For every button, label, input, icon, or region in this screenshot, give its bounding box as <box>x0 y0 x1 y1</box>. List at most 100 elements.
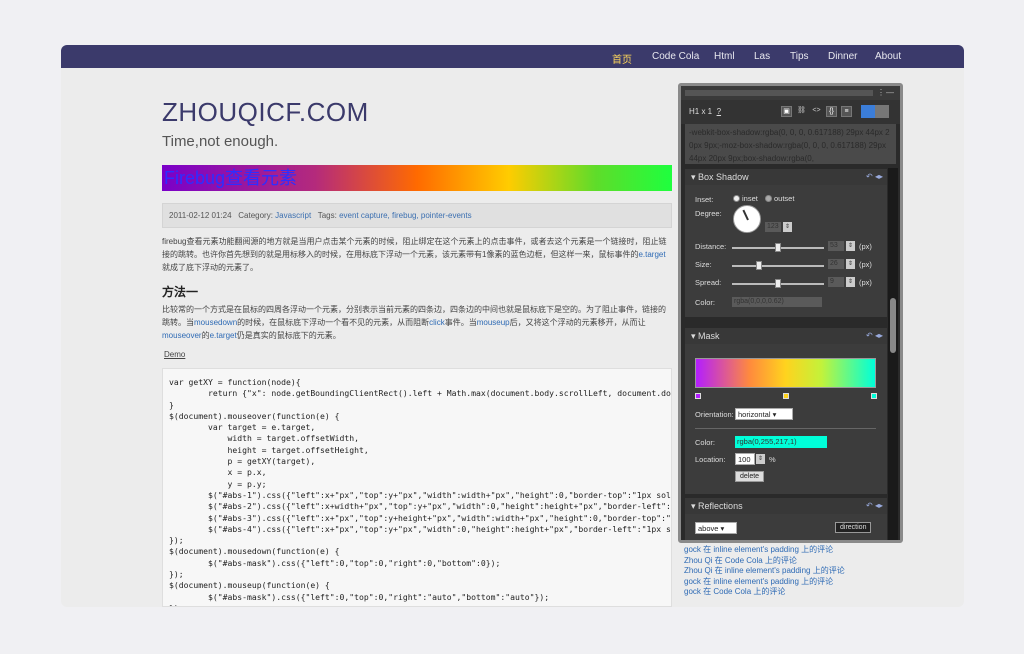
section-box-shadow: Inset: inset outset Degree: 123 ⇕ Distan… <box>685 185 887 317</box>
mask-color-label: Color: <box>695 438 716 447</box>
link-icon[interactable]: ⛓ <box>796 106 807 117</box>
size-slider[interactable] <box>732 261 824 270</box>
gradient-stop-handle[interactable] <box>783 393 789 399</box>
bracket-icon[interactable]: {} <box>826 106 837 117</box>
section-title: Mask <box>698 331 720 341</box>
demo-link[interactable]: Demo <box>164 350 185 359</box>
browser-frame: 首页 Code Cola Html Las Tips Dinner About … <box>61 45 964 607</box>
post-title[interactable]: Firebug查看元素 <box>162 165 672 191</box>
top-navigation: 首页 Code Cola Html Las Tips Dinner About <box>61 45 964 68</box>
paragraph-text: 的 <box>201 331 210 340</box>
paragraph-text: 就成了底下浮动的元素了。 <box>162 263 258 272</box>
nav-item-html[interactable]: Html <box>714 51 735 62</box>
orientation-label: Orientation: <box>695 410 734 419</box>
section-mask: Orientation: horizontal ▾ Color: rgba(0,… <box>685 344 887 494</box>
inset-radio[interactable] <box>733 195 740 202</box>
divider <box>695 428 876 429</box>
shadow-color-input[interactable]: rgba(0,0,0,0.62) <box>732 297 822 307</box>
panel-toolbar: H1 x 1 ? ▣ ⛓ <> {} ≡ <box>681 100 900 124</box>
location-spinner[interactable]: ⇕ <box>756 454 765 464</box>
paragraph-text: firebug查看元素功能翻阅源的地方就是当用户点击某个元素的时候，阻止绑定在这… <box>162 237 667 259</box>
inspector-panel: ⋮ — H1 x 1 ? ▣ ⛓ <> {} ≡ -webkit-box-sha… <box>678 83 903 543</box>
slider-knob[interactable] <box>775 279 781 288</box>
tags-links[interactable]: event capture, firebug, pointer-events <box>339 211 472 220</box>
section-title: Reflections <box>698 501 743 511</box>
panel-scrollbar[interactable] <box>888 168 898 540</box>
inline-link[interactable]: click <box>429 318 445 327</box>
orientation-select[interactable]: horizontal ▾ <box>735 408 793 420</box>
spread-spinner[interactable]: ⇕ <box>846 277 855 287</box>
distance-input[interactable]: 53 <box>828 241 844 251</box>
comment-link[interactable]: Zhou Qi 在 Code Cola 上的评论 <box>684 556 884 567</box>
outset-option[interactable]: outset <box>774 194 794 203</box>
code-icon[interactable]: <> <box>811 106 822 117</box>
nav-item-las[interactable]: Las <box>754 51 770 62</box>
section-mask-header[interactable]: ▾ Mask ↶ ◂▸ <box>685 328 887 344</box>
scrollbar-thumb[interactable] <box>890 298 896 353</box>
spread-unit: (px) <box>859 278 872 287</box>
category-link[interactable]: Javascript <box>275 211 311 220</box>
nav-item-home[interactable]: 首页 <box>612 51 632 66</box>
image-icon[interactable]: ▣ <box>781 106 792 117</box>
spread-slider[interactable] <box>732 279 824 288</box>
inline-link[interactable]: mousedown <box>194 318 237 327</box>
section-controls-icon[interactable]: ↶ ◂▸ <box>866 331 883 340</box>
paragraph-intro: firebug查看元素功能翻阅源的地方就是当用户点击某个元素的时候，阻止绑定在这… <box>162 235 672 275</box>
list-icon[interactable]: ≡ <box>841 106 852 117</box>
reflection-select[interactable]: above ▾ <box>695 522 737 534</box>
direction-button[interactable]: direction <box>835 522 872 533</box>
code-block: var getXY = function(node){ return {"x":… <box>162 368 672 607</box>
color-label: Color: <box>695 298 716 307</box>
size-input[interactable]: 26 <box>828 259 844 269</box>
mask-color-input[interactable]: rgba(0,255,217,1) <box>735 436 827 448</box>
comment-link[interactable]: Zhou Qi 在 inline element's padding 上的评论 <box>684 566 884 577</box>
color-swatch-blue[interactable] <box>861 105 875 118</box>
section-controls-icon[interactable]: ↶ ◂▸ <box>866 501 883 510</box>
comment-link[interactable]: gock 在 inline element's padding 上的评论 <box>684 545 884 556</box>
paragraph-text: 事件。当 <box>444 318 477 327</box>
inline-link[interactable]: e.target <box>210 331 237 340</box>
nav-item-tips[interactable]: Tips <box>790 51 809 62</box>
drag-handle[interactable] <box>685 90 873 96</box>
nav-item-code-cola[interactable]: Code Cola <box>652 51 699 62</box>
gradient-stop-handle[interactable] <box>695 393 701 399</box>
inset-label: Inset: <box>695 195 714 204</box>
post-meta: 2011-02-12 01:24 Category: Javascript Ta… <box>162 203 672 228</box>
inline-link[interactable]: e.target <box>638 250 665 259</box>
distance-spinner[interactable]: ⇕ <box>846 241 855 251</box>
site-subtitle: Time,not enough. <box>162 133 279 150</box>
gradient-preview[interactable] <box>695 358 876 388</box>
help-link[interactable]: ? <box>717 107 721 116</box>
collapse-triangle-icon: ▾ <box>691 172 696 182</box>
slider-knob[interactable] <box>756 261 763 270</box>
degree-spinner[interactable]: ⇕ <box>783 222 792 232</box>
nav-item-about[interactable]: About <box>875 51 901 62</box>
panel-titlebar[interactable]: ⋮ — <box>681 86 900 100</box>
section-reflections-header[interactable]: ▾ Reflections ↶ ◂▸ <box>685 498 887 514</box>
comment-link[interactable]: gock 在 inline element's padding 上的评论 <box>684 577 884 588</box>
inline-link[interactable]: mouseover <box>162 331 202 340</box>
spread-input[interactable]: 9 <box>828 277 844 287</box>
degree-input[interactable]: 123 <box>765 222 781 232</box>
distance-label: Distance: <box>695 242 727 251</box>
section-controls-icon[interactable]: ↶ ◂▸ <box>866 172 883 181</box>
gradient-stop-handle[interactable] <box>871 393 877 399</box>
inline-link[interactable]: mouseup <box>477 318 510 327</box>
size-spinner[interactable]: ⇕ <box>846 259 855 269</box>
inset-option[interactable]: inset <box>742 194 758 203</box>
delete-stop-button[interactable]: delete <box>735 471 765 482</box>
minimize-icon[interactable]: — <box>886 88 894 97</box>
nav-item-dinner[interactable]: Dinner <box>828 51 857 62</box>
location-unit: % <box>769 455 776 464</box>
site-title[interactable]: ZHOUQICF.COM <box>162 97 369 128</box>
section-box-shadow-header[interactable]: ▾ Box Shadow ↶ ◂▸ <box>685 169 887 185</box>
slider-knob[interactable] <box>775 243 781 252</box>
color-swatch-gray[interactable] <box>875 105 889 118</box>
distance-slider[interactable] <box>732 243 824 252</box>
location-input[interactable]: 100 <box>735 453 755 465</box>
comment-link[interactable]: gock 在 Code Cola 上的评论 <box>684 587 884 598</box>
degree-dial[interactable] <box>733 205 761 233</box>
distance-unit: (px) <box>859 242 872 251</box>
outset-radio[interactable] <box>765 195 772 202</box>
menu-icon[interactable]: ⋮ <box>877 88 885 97</box>
